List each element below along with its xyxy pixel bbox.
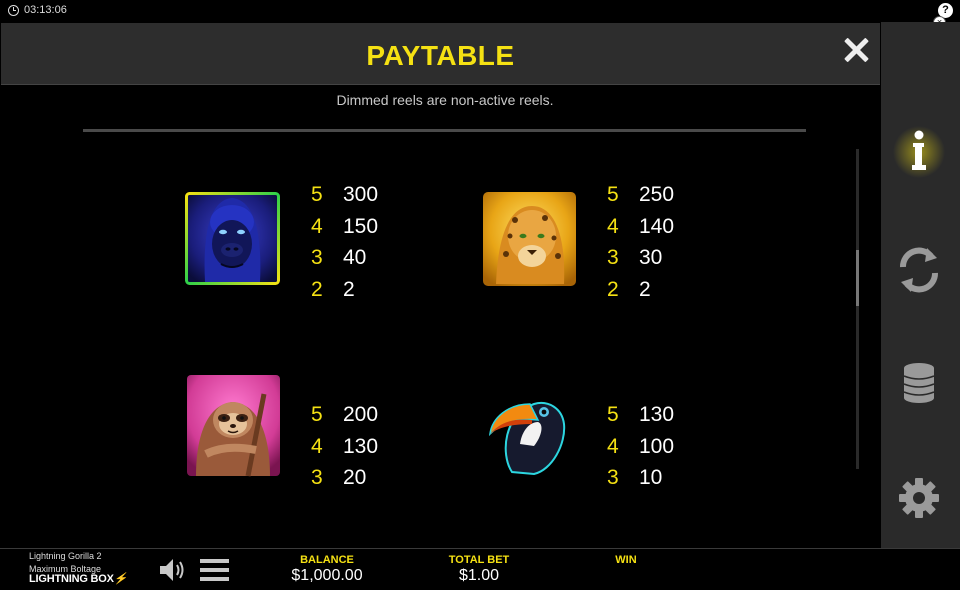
pay-row: 5 250 — [607, 183, 675, 206]
toucan-symbol-icon — [482, 374, 577, 477]
clock: 03:13:06 — [8, 4, 67, 16]
clock-time: 03:13:06 — [24, 4, 67, 16]
pay-row: 4 130 — [311, 434, 379, 458]
pay-row: 4 100 — [607, 434, 675, 458]
pay-row: 3 20 — [311, 466, 367, 489]
leopard-pays: 5 250 4 140 3 30 22 — [607, 179, 674, 305]
paytable-panel: PAYTABLE Dimmed reels are non-active ree… — [0, 22, 881, 548]
balance-value: $1,000.00 — [291, 567, 363, 584]
win-label: WIN — [615, 554, 637, 566]
close-paytable-button[interactable] — [841, 35, 871, 65]
pay-row: 5 300 — [311, 183, 379, 206]
paytable-title: PAYTABLE — [366, 40, 515, 71]
balance-display: BALANCE $1,000.00 — [287, 554, 367, 585]
gorilla-pays: 5 300 4 150 3 40 22 — [311, 179, 378, 305]
pay-row: 5 130 — [607, 403, 675, 426]
pay-row: 4 150 — [311, 214, 379, 238]
paytable-note: Dimmed reels are non-active reels. — [336, 92, 554, 108]
speaker-icon — [160, 559, 184, 581]
clock-icon — [8, 4, 19, 16]
pay-row: 3 30 — [607, 246, 663, 269]
menu-button[interactable] — [200, 559, 230, 583]
pay-row: 4 140 — [607, 214, 675, 238]
sidebar-item-info[interactable] — [881, 122, 960, 182]
pay-row: 22 — [311, 277, 355, 301]
toucan-pays: 5 130 4 100 3 10 — [607, 399, 674, 494]
sloth-pays: 5 200 4 130 3 20 — [311, 399, 378, 494]
pay-row: 22 — [607, 277, 651, 301]
status-bar: 03:13:06 ? × — [0, 0, 960, 29]
game-name: Lightning Gorilla 2 — [29, 551, 102, 561]
sidebar-item-settings[interactable] — [881, 468, 960, 528]
settings-icon — [899, 478, 939, 518]
brand-logo: LIGHTNING BOX⚡ — [29, 573, 128, 585]
pay-row: 3 40 — [311, 246, 367, 269]
sidebar — [881, 22, 960, 548]
win-display: WIN — [596, 554, 656, 567]
scrollbar-track[interactable] — [856, 149, 859, 469]
autoplay-icon — [899, 247, 939, 293]
pay-row: 3 10 — [607, 466, 663, 489]
bottom-bar: Lightning Gorilla 2 Maximum Boltage LIGH… — [0, 548, 960, 590]
lightning-bolt-icon: ⚡ — [113, 573, 128, 585]
sound-button[interactable] — [158, 556, 188, 584]
divider — [83, 129, 806, 132]
paytable-header: PAYTABLE — [1, 23, 880, 85]
balance-label: BALANCE — [300, 554, 354, 566]
sidebar-item-coins[interactable] — [881, 354, 960, 414]
total-bet-label: TOTAL BET — [448, 554, 510, 566]
scrollbar-thumb[interactable] — [856, 250, 859, 306]
coins-icon — [903, 363, 935, 403]
pay-row: 5 200 — [311, 403, 379, 426]
gorilla-symbol-icon — [185, 182, 280, 285]
menu-icon — [200, 559, 229, 563]
sidebar-item-autoplay[interactable] — [881, 240, 960, 300]
total-bet-value: $1.00 — [458, 567, 500, 584]
info-icon — [893, 126, 945, 178]
sloth-symbol-icon — [186, 374, 281, 477]
total-bet-display: TOTAL BET $1.00 — [439, 554, 519, 585]
leopard-symbol-icon — [482, 184, 577, 287]
